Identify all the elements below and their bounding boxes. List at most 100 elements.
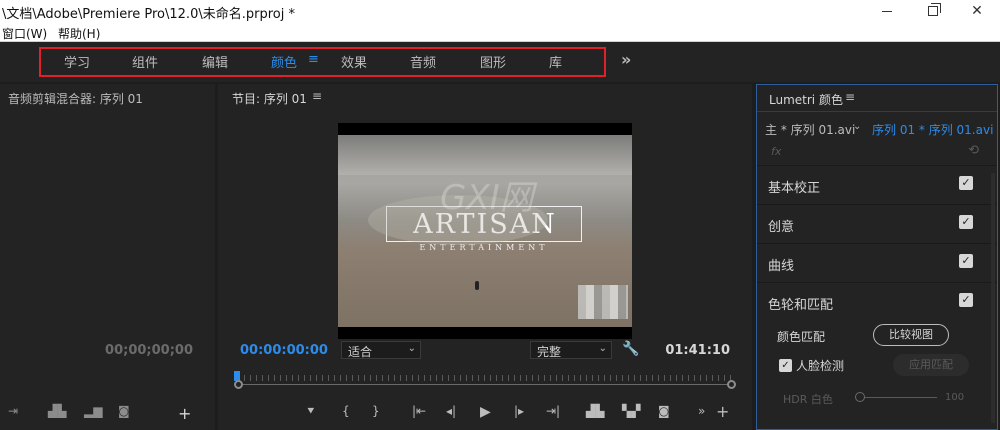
section-basic-correction[interactable]: 基本校正 ✓ [757,165,997,204]
video-frame: ARTISAN ENTERTAINMENT [338,135,632,327]
compare-view-button[interactable]: 比较视图 [873,324,949,346]
ruler-line [238,384,734,385]
lift-icon[interactable]: ▟▙ [48,404,66,418]
play-icon[interactable]: ▶ [480,404,491,420]
enable-checkbox[interactable]: ✓ [959,176,973,190]
lumetri-title[interactable]: Lumetri 颜色 [769,91,843,108]
divider [757,111,997,112]
current-timecode[interactable]: 00:00:00:00 [240,343,328,358]
enable-checkbox[interactable]: ✓ [959,254,973,268]
program-monitor-panel: 节目: 序列 01 ≡ ARTISAN ENTERTAINMENT 00:00:… [218,84,752,430]
tab-audio[interactable]: 音频 [410,52,436,71]
face-detection-checkbox[interactable]: ✓ [779,359,792,372]
fx-bypass-icon[interactable]: fx [771,145,781,158]
ruler-ticks [238,375,734,381]
tab-color[interactable]: 颜色 [271,52,297,71]
playback-resolution-dropdown[interactable]: 完整 ⌄ [530,341,612,359]
section-label: 曲线 [768,259,795,274]
chevron-down-icon: ⌄ [407,343,416,354]
enable-checkbox[interactable]: ✓ [959,215,973,229]
program-monitor-title[interactable]: 节目: 序列 01 [232,90,307,107]
hdr-white-label: HDR 白色 [783,393,833,406]
tab-learn[interactable]: 学习 [64,52,90,71]
time-ruler[interactable] [234,371,736,391]
audio-mixer-title[interactable]: 音频剪辑混合器: 序列 01 [8,90,143,107]
apply-match-button[interactable]: 应用匹配 [893,354,969,376]
video-logo-subtitle: ENTERTAINMENT [419,243,549,252]
resolution-value: 完整 [537,345,562,359]
master-clip-label[interactable]: 主 * 序列 01.avi [765,121,855,138]
audio-mixer-timecode: 00;00;00;00 [105,343,193,358]
sequence-clip-label[interactable]: 序列 01 * 序列 01.avi [872,121,993,138]
mark-in-icon[interactable]: ⇥ [8,404,18,418]
pixelated-area [578,285,628,319]
duration-timecode: 01:41:10 [665,343,730,358]
tab-assembly[interactable]: 组件 [132,52,158,71]
settings-wrench-icon[interactable]: 🔧 [622,341,639,357]
tab-graphics[interactable]: 图形 [480,52,506,71]
zoom-fit-dropdown[interactable]: 适合 ⌄ [341,341,421,359]
video-preview[interactable]: ARTISAN ENTERTAINMENT [338,123,632,339]
workspace-menu-icon[interactable]: ≡ [308,52,319,67]
lift-button-icon[interactable]: ▟▙ [586,404,604,418]
lumetri-scrollbar[interactable] [991,173,995,423]
more-workspaces-icon[interactable]: » [621,50,631,69]
zoom-fit-value: 适合 [348,345,373,359]
close-icon: ✕ [971,3,983,19]
section-label: 创意 [768,220,795,235]
camera-icon[interactable]: ◙ [118,404,130,418]
chevron-down-icon[interactable]: ⌄ [853,121,861,132]
section-color-wheels-match[interactable]: 色轮和匹配 ✓ [757,282,997,321]
step-back-icon[interactable]: ◂| [446,404,456,418]
hdr-white-slider-track[interactable] [855,397,937,398]
menu-bar: 窗口(W) 帮助(H) [0,22,1000,42]
section-label: 色轮和匹配 [768,298,834,313]
video-figure [475,281,479,290]
transport-controls: ⯆ { } |⇤ ◂| ▶ |▸ ⇥| ▟▙ ▚▞ ◙ » + [218,402,752,422]
site-watermark: GXI网 [440,178,534,218]
step-forward-icon[interactable]: |▸ [514,404,524,418]
window-title: \文档\Adobe\Premiere Pro\12.0\未命名.prproj * [2,7,295,22]
minimize-button[interactable] [864,0,910,22]
restore-icon [928,3,941,16]
hdr-white-value[interactable]: 100 [945,392,964,403]
ruler-end-handle[interactable] [727,380,736,389]
extract-button-icon[interactable]: ▚▞ [622,404,640,418]
color-match-label: 颜色匹配 [777,330,826,344]
title-bar: \文档\Adobe\Premiere Pro\12.0\未命名.prproj *… [0,0,1000,22]
more-controls-icon[interactable]: » [698,404,705,418]
section-creative[interactable]: 创意 ✓ [757,204,997,243]
premiere-window: \文档\Adobe\Premiere Pro\12.0\未命名.prproj *… [0,0,1000,430]
tab-editing[interactable]: 编辑 [202,52,228,71]
restore-button[interactable] [910,0,956,22]
audio-clip-mixer-panel: 音频剪辑混合器: 序列 01 00;00;00;00 ⇥ ▟▙ ▂▆ ◙ + [0,84,215,430]
button-editor-add-icon[interactable]: + [716,402,729,421]
section-curves[interactable]: 曲线 ✓ [757,243,997,282]
program-menu-icon[interactable]: ≡ [312,89,322,103]
add-marker-icon[interactable]: ⯆ [306,404,316,419]
menu-window[interactable]: 窗口(W) [2,25,47,42]
tab-libraries[interactable]: 库 [549,52,562,71]
enable-checkbox[interactable]: ✓ [959,293,973,307]
hdr-white-slider-knob[interactable] [855,392,865,402]
reset-icon[interactable]: ⟲ [968,143,979,158]
mark-in-button[interactable]: { [342,404,350,418]
close-button[interactable]: ✕ [954,0,1000,22]
extract-icon[interactable]: ▂▆ [84,404,102,418]
menu-help[interactable]: 帮助(H) [58,25,100,42]
lumetri-menu-icon[interactable]: ≡ [845,90,855,104]
tab-effects[interactable]: 效果 [341,52,367,71]
workspace-highlight-box [39,47,606,77]
go-to-out-icon[interactable]: ⇥| [546,404,560,418]
workspace-bar: 学习 组件 编辑 颜色 ≡ 效果 音频 图形 库 » [0,42,1000,82]
mark-out-button[interactable]: } [372,404,380,418]
minimize-icon [882,10,892,12]
add-button-icon[interactable]: + [178,404,191,423]
audio-mixer-toolbar: ⇥ ▟▙ ▂▆ ◙ + [8,404,208,423]
export-frame-camera-icon[interactable]: ◙ [658,404,670,418]
face-detection-label: 人脸检测 [796,359,845,373]
section-label: 基本校正 [768,181,821,196]
chevron-down-icon: ⌄ [598,343,607,354]
go-to-in-icon[interactable]: |⇤ [412,404,426,418]
ruler-start-handle[interactable] [234,380,243,389]
